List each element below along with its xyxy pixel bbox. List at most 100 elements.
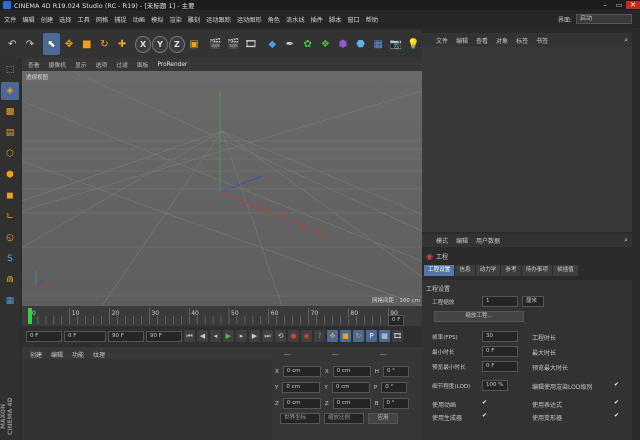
move-key-icon[interactable]: ✥ — [327, 330, 338, 342]
coord-x-field[interactable]: 0 cm — [282, 366, 321, 377]
param-key-icon[interactable]: P — [366, 330, 377, 342]
material-menu-function[interactable]: 功能 — [72, 350, 84, 359]
axis-mode-icon[interactable]: ∟ — [1, 208, 19, 226]
model-mode-icon[interactable]: ◈ — [1, 82, 19, 100]
scale-unit-select[interactable]: 厘米 — [522, 296, 544, 307]
scale-project-button[interactable]: 缩放工程... — [434, 311, 524, 322]
timeline[interactable]: 0 10 20 30 40 50 60 70 80 90 — [22, 306, 422, 326]
scene-icon[interactable]: ⬣ — [352, 33, 369, 55]
close-button[interactable]: ✕ — [626, 1, 640, 9]
menu-plugins[interactable]: 插件 — [311, 15, 323, 24]
texture-mode-icon[interactable]: ▩ — [1, 103, 19, 121]
menu-select[interactable]: 选择 — [59, 15, 71, 24]
polygons-mode-icon[interactable]: ◼ — [1, 187, 19, 205]
preview-end-field[interactable]: 90 F — [108, 330, 144, 342]
redo-icon[interactable]: ↷ — [22, 33, 39, 55]
points-mode-icon[interactable]: ⬡ — [1, 145, 19, 163]
z-axis-icon[interactable]: Z — [168, 35, 185, 53]
use-animation-checkbox[interactable]: ✔ — [482, 399, 487, 406]
rotate-key-icon[interactable]: ↻ — [353, 330, 364, 342]
menu-character[interactable]: 角色 — [268, 15, 280, 24]
viewport-menu-display[interactable]: 显示 — [75, 60, 87, 69]
tab-interpolation[interactable]: 帧插值 — [552, 265, 578, 276]
minimize-button[interactable]: – — [598, 1, 612, 9]
size-z-field[interactable]: 0 cm — [332, 398, 371, 409]
obj-menu-bookmarks[interactable]: 书签 — [536, 36, 548, 45]
light-icon[interactable]: 💡 — [405, 33, 422, 55]
viewport-menu-prorender[interactable]: ProRender — [157, 62, 187, 68]
menu-window[interactable]: 窗口 — [347, 15, 359, 24]
menu-animate[interactable]: 动画 — [133, 15, 145, 24]
rot-h-field[interactable]: 0 ° — [382, 366, 409, 377]
timeline-end-frame[interactable]: 0 F — [388, 315, 405, 326]
next-frame-icon[interactable]: ▸ — [236, 330, 247, 342]
tab-info[interactable]: 信息 — [455, 265, 475, 276]
grid-key-icon[interactable]: ▦ — [379, 330, 390, 342]
obj-menu-view[interactable]: 查看 — [476, 36, 488, 45]
menu-sculpt[interactable]: 雕刻 — [188, 15, 200, 24]
go-to-start-icon[interactable]: ⏮ — [184, 330, 195, 342]
film-icon[interactable]: 🎞 — [392, 330, 403, 342]
edges-mode-icon[interactable]: ⬢ — [1, 166, 19, 184]
obj-menu-tags[interactable]: 标签 — [516, 36, 528, 45]
scale-field[interactable]: 1 — [482, 296, 518, 307]
make-editable-icon[interactable]: ⬚ — [1, 61, 19, 79]
use-deformers-checkbox[interactable]: ✔ — [614, 412, 619, 419]
menu-file[interactable]: 文件 — [4, 15, 16, 24]
tweak-mode-icon[interactable]: ◵ — [1, 229, 19, 247]
last-tool-icon[interactable]: ✚ — [114, 33, 131, 55]
viewport-menu-options[interactable]: 选项 — [96, 60, 108, 69]
tab-todo[interactable]: 待办事项 — [521, 265, 552, 276]
scale-tool-icon[interactable]: ■ — [78, 33, 95, 55]
loop-icon[interactable]: ⟲ — [275, 330, 286, 342]
array-icon[interactable]: ❖ — [317, 33, 334, 55]
material-menu-edit[interactable]: 编辑 — [51, 350, 63, 359]
render-picture-viewer-icon[interactable]: 🎬 — [225, 33, 242, 55]
workplane-icon[interactable]: ▤ — [1, 124, 19, 142]
material-menu-create[interactable]: 创建 — [30, 350, 42, 359]
menu-edit[interactable]: 编辑 — [22, 15, 34, 24]
prev-key-icon[interactable]: ◀ — [197, 330, 208, 342]
move-tool-icon[interactable]: ✥ — [61, 33, 78, 55]
attr-search-icon[interactable]: ⌕ — [624, 236, 628, 245]
playhead[interactable] — [28, 308, 32, 324]
undo-icon[interactable]: ↶ — [4, 33, 21, 55]
subdivision-icon[interactable]: ✿ — [299, 33, 316, 55]
coord-y-field[interactable]: 0 cm — [282, 382, 321, 393]
autokey-icon[interactable]: ◉ — [301, 330, 312, 342]
select-tool-icon[interactable]: ⬉ — [43, 33, 60, 55]
rotate-tool-icon[interactable]: ↻ — [96, 33, 113, 55]
render-settings-icon[interactable]: 🎞 — [243, 33, 260, 55]
cube-icon[interactable]: ◆ — [264, 33, 281, 55]
menu-motion-tracker[interactable]: 运动跟踪 — [206, 15, 231, 24]
magnet-icon[interactable]: ⋒ — [1, 271, 19, 289]
use-generators-checkbox[interactable]: ✔ — [482, 412, 487, 419]
attr-menu-mode[interactable]: 模式 — [436, 236, 448, 245]
rot-b-field[interactable]: 0 ° — [382, 398, 409, 409]
viewport-menu-panel[interactable]: 面板 — [137, 60, 149, 69]
go-to-end-icon[interactable]: ⏭ — [262, 330, 273, 342]
snap-icon[interactable]: S — [1, 250, 19, 268]
size-mode-select[interactable]: 缩放比例 — [324, 413, 364, 424]
rot-p-field[interactable]: 0 ° — [381, 382, 408, 393]
lod-render-checkbox[interactable]: ✔ — [614, 381, 619, 388]
prev-frame-icon[interactable]: ◂ — [210, 330, 221, 342]
search-icon[interactable]: ⌕ — [624, 36, 628, 45]
tab-project-settings[interactable]: 工程设置 — [424, 265, 455, 276]
viewport-menu-camera[interactable]: 摄像机 — [49, 60, 66, 69]
right-tab-strip[interactable] — [632, 30, 640, 440]
scale-key-icon[interactable]: ■ — [340, 330, 351, 342]
menu-mesh[interactable]: 网格 — [96, 15, 108, 24]
menu-snap[interactable]: 捕捉 — [114, 15, 126, 24]
current-frame-field[interactable]: 0 F — [64, 330, 106, 342]
keyframe-icon[interactable]: ? — [314, 330, 325, 342]
apply-button[interactable]: 应用 — [368, 413, 398, 424]
pen-spline-icon[interactable]: ✒ — [282, 33, 299, 55]
deformer-icon[interactable]: ⬢ — [335, 33, 352, 55]
maximize-button[interactable]: ▭ — [612, 1, 626, 9]
start-frame-field[interactable]: 0 F — [26, 330, 62, 342]
end-frame-field[interactable]: 90 F — [146, 330, 182, 342]
preview-min-field[interactable]: 0 F — [482, 361, 518, 372]
material-menu-texture[interactable]: 纹理 — [93, 350, 105, 359]
object-list[interactable] — [422, 47, 632, 232]
